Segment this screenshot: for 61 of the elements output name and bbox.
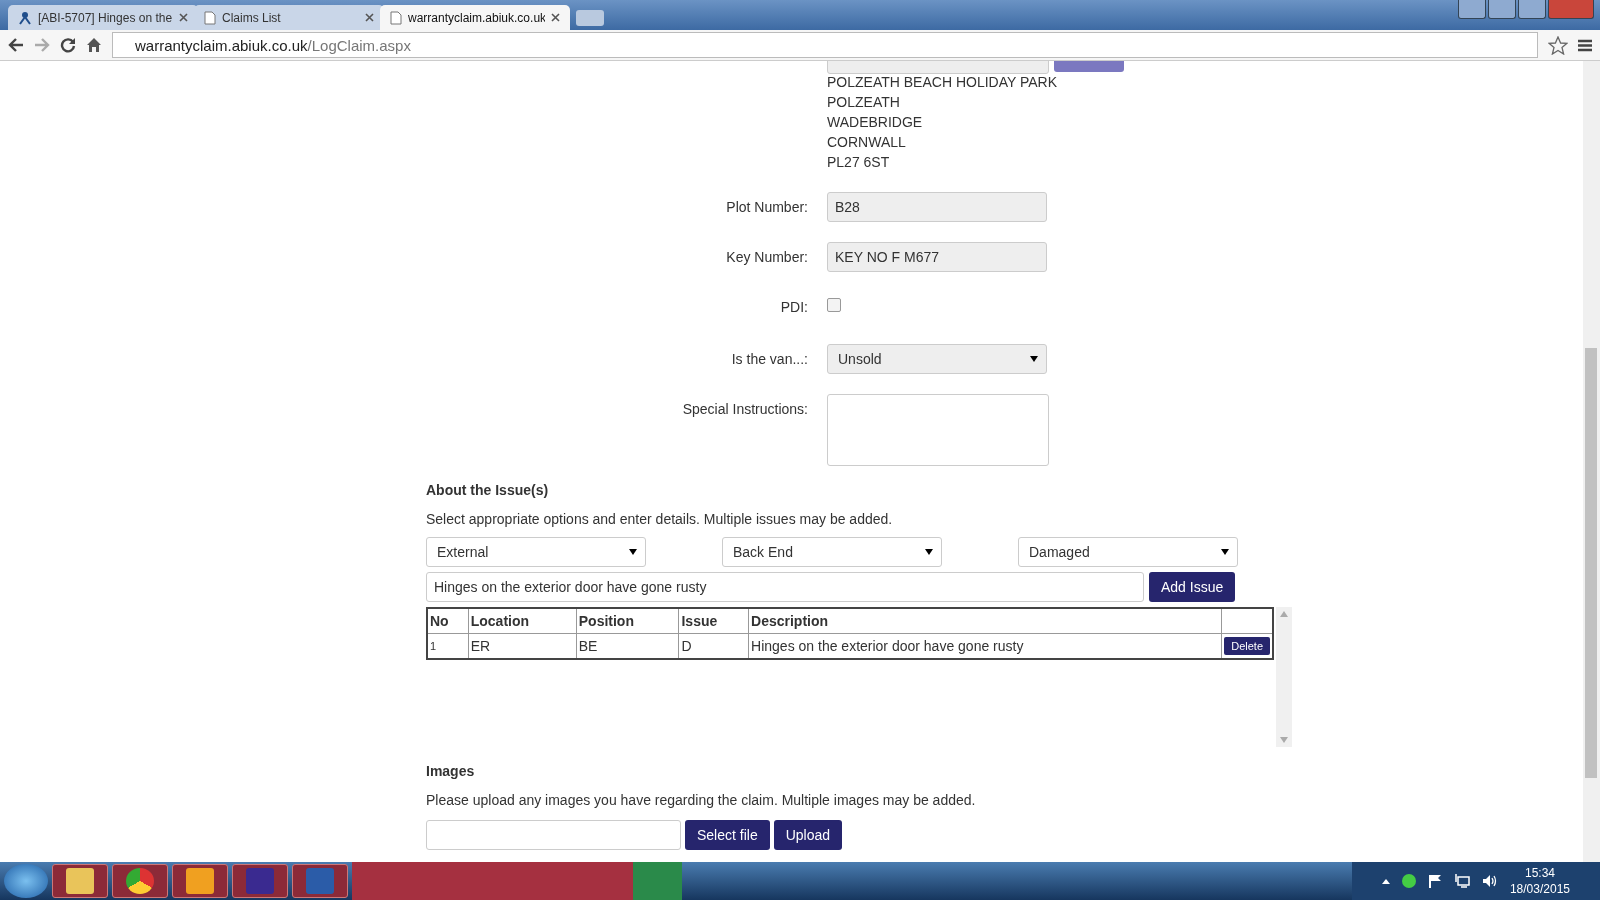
field-label: Is the van...: [730,350,808,367]
minimize-button[interactable] [1488,0,1516,19]
page-icon [204,10,216,25]
add-issue-button[interactable]: Add Issue [1149,572,1236,602]
caret-icon[interactable] [1381,878,1390,884]
start-button[interactable] [4,864,48,898]
field-label: Plot Number: [725,198,808,215]
clock-date: 18/03/2015 [1509,881,1570,897]
dropdown[interactable]: Damaged [1018,537,1238,567]
browser-icon[interactable] [112,864,168,898]
caret-icon [629,549,637,555]
input-field[interactable]: KEY NO F M677 [827,242,1047,272]
column-header: Location [468,608,577,634]
dropdown[interactable]: Back End [722,537,942,567]
page-scrollbar[interactable] [1583,61,1600,862]
status-icon[interactable] [1401,874,1416,888]
address-bar[interactable]: warrantyclaim.abiuk.co.uk/LogClaim.aspx [112,32,1538,58]
section-heading: About the Issue(s) [426,482,550,498]
caret-icon [1030,356,1038,362]
close-icon[interactable] [551,13,560,22]
upload-button[interactable]: Upload [773,820,843,850]
dropdown[interactable]: Unsold [827,344,1047,374]
section-description: Select appropriate options and enter details. Multiple issues may be added. [426,511,894,527]
field-label: Special Instructions: [681,400,808,417]
delete-button[interactable]: Delete [1224,637,1270,655]
tab-title: Claims List [222,10,282,25]
address-line: CORNWALL [827,133,907,152]
column-header: No [427,608,469,634]
speaker-icon[interactable] [1481,874,1498,888]
input-field[interactable]: B28 [827,192,1047,222]
dropdown[interactable]: External [426,537,646,567]
star-icon[interactable] [1548,35,1568,55]
tab-title: [ABI-5707] Hinges on the [38,10,173,25]
select-file-button[interactable]: Select file [685,820,770,850]
section-description: Please upload any images you have regarding the claim. Multiple images may be added. [426,792,977,808]
field-label: PDI: [779,298,808,315]
field-label: Key Number: [725,248,808,265]
home-icon[interactable] [86,37,102,53]
description-field[interactable]: Hinges on the exterior door have gone rusty [426,572,1144,602]
reload-icon[interactable] [60,37,76,53]
address-line: POLZEATH [827,93,901,112]
menu-icon[interactable] [1578,38,1592,52]
flag-icon[interactable] [1427,874,1442,888]
close-icon[interactable] [365,13,374,22]
caret-icon [1221,549,1229,555]
restore-button[interactable] [1518,0,1546,19]
clock-time: 15:34 [1523,865,1556,881]
address-line: PL27 6ST [827,153,891,172]
section-heading: Images [426,763,476,779]
back-icon[interactable] [8,38,24,52]
column-header: Description [748,608,1222,634]
address-line: POLZEATH BEACH HOLIDAY PARK [827,73,1059,92]
column-header: Issue [678,608,749,634]
caret-icon [925,549,933,555]
address-line: WADEBRIDGE [827,113,924,132]
column-header: Position [576,608,679,634]
network-icon[interactable] [1453,874,1470,888]
close-icon[interactable] [179,13,188,22]
page-icon [390,10,402,25]
file-field[interactable] [426,820,681,850]
checkbox[interactable] [827,298,841,312]
